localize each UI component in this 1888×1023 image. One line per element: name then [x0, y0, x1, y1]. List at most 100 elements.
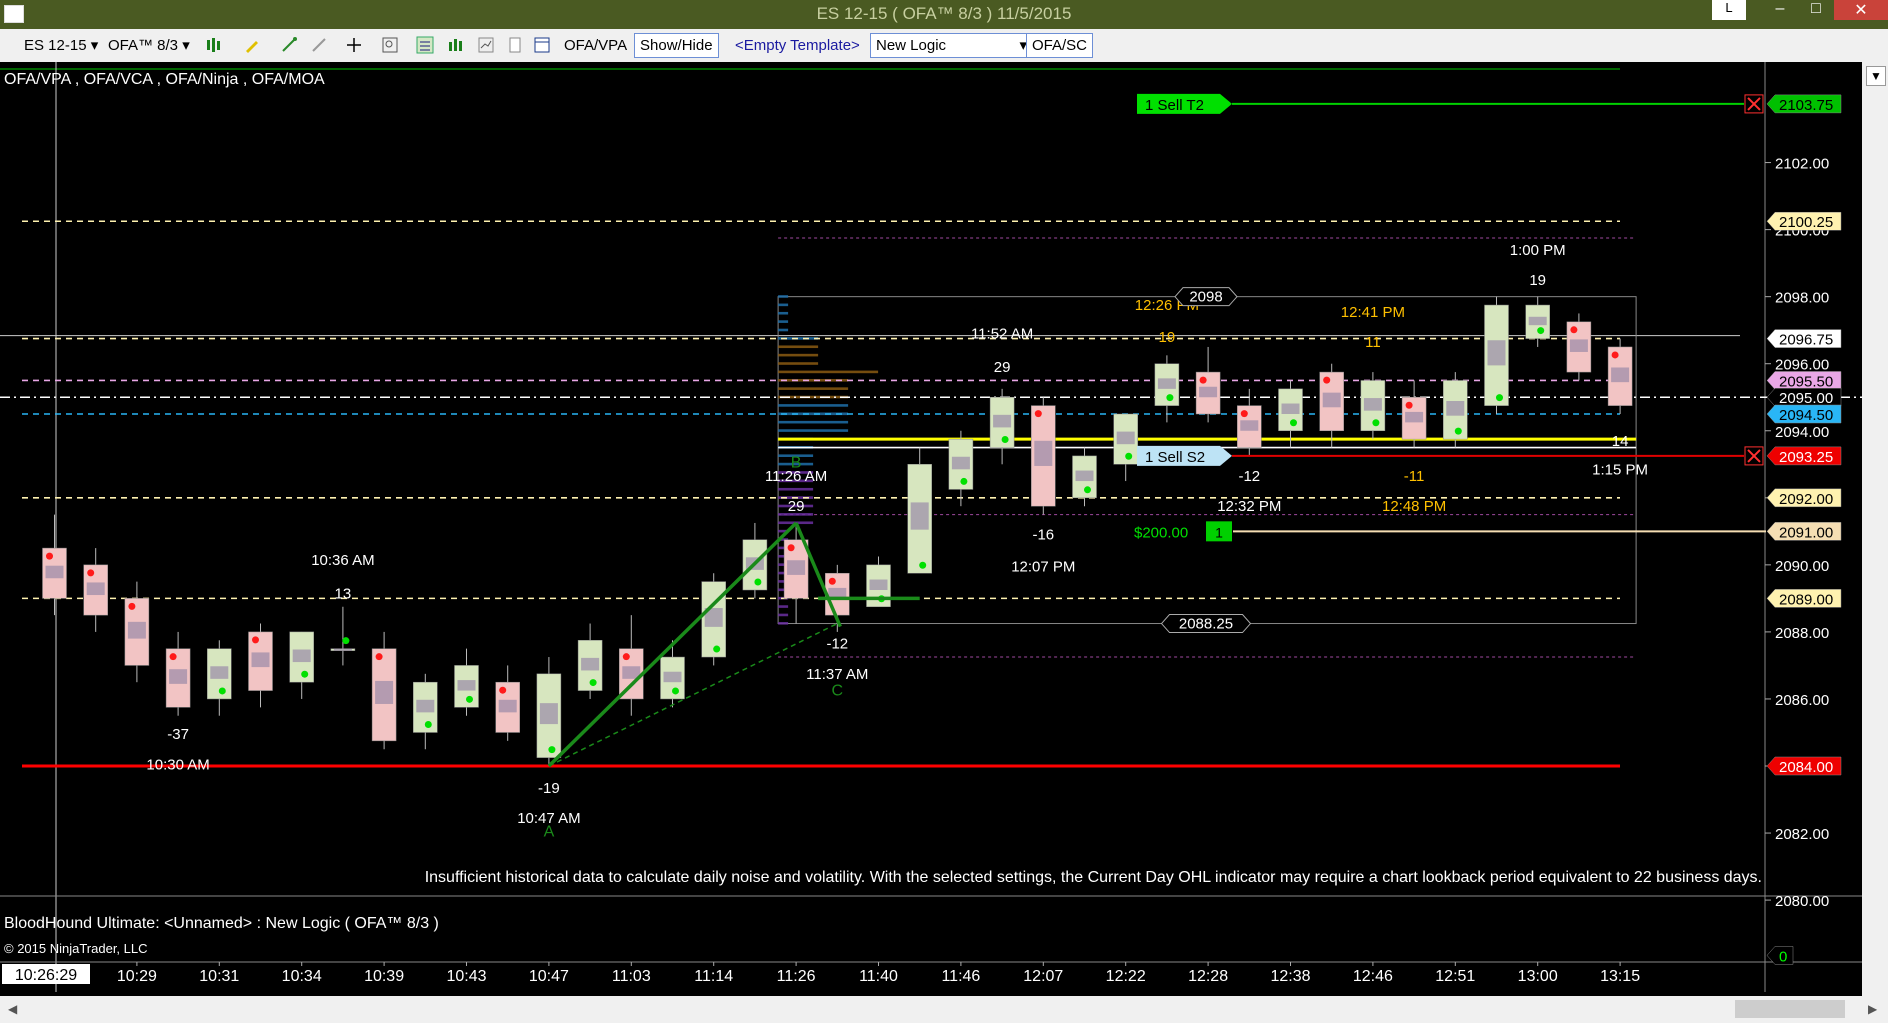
candle-volume-band: [127, 621, 146, 639]
show-hide-button[interactable]: Show/Hide: [634, 33, 719, 58]
bar-annotation: 29: [994, 359, 1011, 376]
x-tick-label: 11:26: [777, 968, 816, 985]
x-tick-label: 13:15: [1600, 968, 1640, 985]
y-tick-label: 2086.00: [1775, 692, 1829, 709]
signal-dot: [342, 637, 350, 645]
candle-volume-band: [251, 652, 270, 668]
price-label: 2091.00: [1779, 524, 1833, 541]
price-label: 0: [1779, 948, 1787, 965]
ofa-sc-button[interactable]: OFA/SC: [1026, 33, 1094, 58]
bar-annotation: 19: [1529, 272, 1546, 289]
data-box-icon[interactable]: [506, 36, 524, 54]
signal-dot: [252, 636, 259, 644]
strategy-label: BloodHound Ultimate: <Unnamed> : New Log…: [4, 915, 439, 932]
bar-annotation: 10:47 AM: [517, 810, 580, 827]
indicators-icon[interactable]: [447, 36, 465, 54]
profile-bar: [778, 420, 849, 424]
profile-bar: [778, 320, 789, 323]
bar-annotation: -11: [1404, 468, 1425, 485]
signal-dot: [713, 645, 721, 653]
signal-dot: [466, 695, 473, 703]
signal-dot: [1611, 351, 1619, 359]
signal-dot: [128, 602, 136, 610]
x-tick-label: 11:46: [941, 968, 980, 985]
bar-annotation: 11:52 AM: [971, 326, 1033, 343]
bar-annotation: 10:36 AM: [311, 552, 374, 569]
crosshair-icon[interactable]: [345, 36, 363, 54]
bar-annotation: 29: [788, 498, 805, 515]
period-selector[interactable]: OFA™ 8/3 ▾: [108, 35, 190, 56]
signal-dot: [1125, 452, 1133, 460]
period-label: OFA™ 8/3: [108, 37, 179, 54]
x-tick-label: 11:03: [612, 968, 651, 985]
chart-trader-icon[interactable]: [533, 36, 551, 54]
target-order-label: 1 Sell T2: [1145, 97, 1204, 114]
scroll-thumb[interactable]: [1735, 1000, 1845, 1018]
bar-annotation: -16: [1032, 527, 1054, 544]
minimize-indicator[interactable]: L: [1712, 0, 1746, 20]
candle-volume-band: [1611, 367, 1630, 383]
strategies-icon[interactable]: [477, 36, 495, 54]
notice-text: Insufficient historical data to calculat…: [425, 869, 1762, 886]
scroll-down-icon[interactable]: ▼: [1866, 66, 1886, 86]
price-label: 2094.50: [1779, 407, 1833, 424]
profile-bar: [778, 387, 849, 390]
candle-volume-band: [375, 680, 394, 704]
ofa-vpa-button[interactable]: OFA/VPA: [564, 35, 627, 56]
profile-bar: [778, 404, 849, 407]
profile-bar: [778, 605, 789, 608]
candle-volume-band: [1487, 340, 1506, 366]
signal-dot: [87, 569, 95, 577]
candle-volume-band: [86, 582, 105, 596]
maximize-button[interactable]: □: [1798, 0, 1834, 20]
signal-dot: [622, 653, 630, 661]
x-tick-label: 10:31: [199, 968, 239, 985]
pattern-label: C: [832, 683, 844, 700]
title-bar: ES 12-15 ( OFA™ 8/3 ) 11/5/2015 L – □ ✕: [0, 0, 1888, 29]
zoom-icon[interactable]: [381, 36, 399, 54]
price-label: 2089.00: [1779, 591, 1833, 608]
minimize-button[interactable]: –: [1762, 0, 1798, 20]
x-tick-label: 11:40: [859, 968, 898, 985]
template-selector[interactable]: <Empty Template>: [735, 35, 860, 56]
candle-volume-band: [663, 671, 682, 683]
bar-annotation: 12:32 PM: [1217, 498, 1281, 515]
profile-bar: [778, 487, 814, 491]
y-tick-label: 2090.00: [1775, 558, 1829, 575]
pencil-icon[interactable]: [243, 36, 261, 54]
chart-background: [0, 62, 1888, 992]
bar-annotation: 12:41 PM: [1341, 304, 1405, 321]
price-label: 2084.00: [1779, 759, 1833, 776]
candle-volume-band: [498, 699, 517, 713]
bars-type-icon[interactable]: [205, 36, 223, 54]
candle-volume-band: [1322, 392, 1341, 408]
signal-dot: [1496, 394, 1503, 402]
ruler-icon[interactable]: [310, 36, 328, 54]
logic-selector[interactable]: New Logic ▾: [870, 33, 1032, 58]
bar-annotation: -37: [167, 726, 189, 743]
profile-bar: [778, 353, 819, 357]
scroll-left-icon[interactable]: ◀: [8, 1002, 17, 1016]
draw-tool-icon[interactable]: [280, 36, 298, 54]
close-button[interactable]: ✕: [1834, 0, 1888, 20]
candle-volume-band: [1075, 470, 1094, 482]
candle-volume-band: [1157, 378, 1176, 389]
profile-bar: [778, 362, 819, 365]
horizontal-scrollbar[interactable]: ◀ ▶: [0, 996, 1888, 1023]
profile-bar: [778, 345, 819, 349]
properties-icon[interactable]: [416, 36, 434, 54]
bar-annotation: 11: [1365, 334, 1381, 351]
signal-dot: [218, 687, 226, 695]
logic-label: New Logic: [876, 37, 947, 54]
price-chart[interactable]: ABC 10:30 AM-3710:36 AM13-1910:47 AM11:2…: [0, 62, 1888, 992]
profile-bar: [778, 311, 789, 315]
y-tick-label: 2082.00: [1775, 826, 1829, 843]
instrument-selector[interactable]: ES 12-15 ▾: [24, 35, 98, 56]
scroll-right-icon[interactable]: ▶: [1868, 1002, 1877, 1016]
position-qty: 1: [1215, 524, 1223, 540]
candle-volume-band: [787, 560, 806, 575]
candle-volume-band: [292, 649, 311, 663]
x-tick-label: 10:34: [282, 968, 322, 985]
vertical-scrollbar[interactable]: ▼: [1862, 62, 1888, 996]
signal-dot: [1001, 436, 1009, 444]
